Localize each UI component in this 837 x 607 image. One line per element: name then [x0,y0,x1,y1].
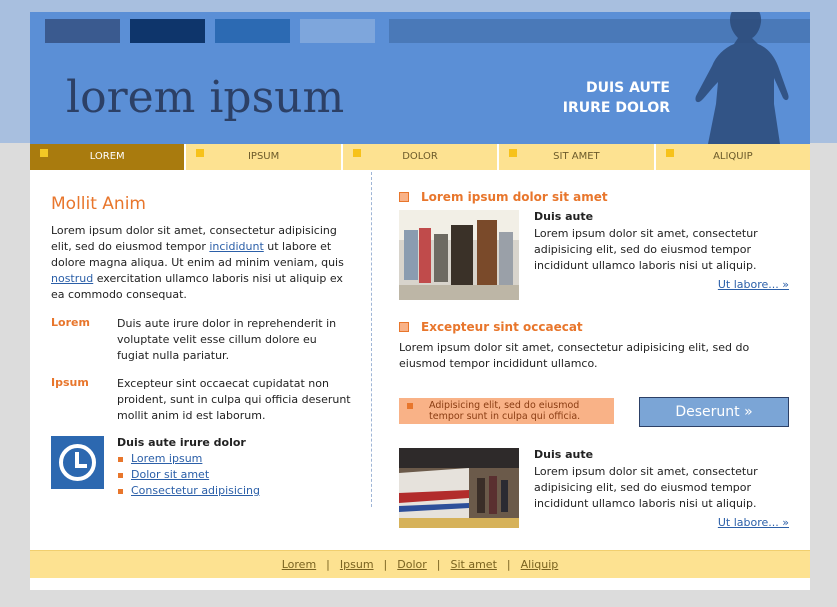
news-item: Duis aute Lorem ipsum dolor sit amet, co… [399,210,789,300]
intro-paragraph: Lorem ipsum dolor sit amet, consectetur … [51,223,351,303]
left-column-title: Mollit Anim [51,194,146,214]
nav-bullet-icon [509,149,518,157]
right-column: Lorem ipsum dolor sit amet Duis aute Lor… [399,190,789,529]
read-more-link[interactable]: Ut labore... » [718,278,789,291]
footer: Lorem | Ipsum | Dolor | Sit amet | Aliquip [30,550,810,578]
color-swatch-4 [300,19,375,43]
news-item-heading: Duis aute [534,448,594,461]
footer-link-dolor[interactable]: Dolor [397,558,427,571]
nav-bullet-icon [40,149,48,157]
tagline-line-2: IRURE DOLOR [562,100,670,116]
note-bullet-icon [407,403,413,409]
footer-separator: | [506,558,511,571]
page-container: lorem ipsum DUIS AUTE IRURE DOLOR LOREM … [30,12,810,590]
news-item-text: Duis aute Lorem ipsum dolor sit amet, co… [534,210,789,300]
read-more-link[interactable]: Ut labore... » [718,516,789,529]
intro-text: exercitation ullamco laboris nisi ut ali… [51,272,343,301]
nav-label: ALIQUIP [713,151,753,162]
link-consectetur-adipisicing[interactable]: Consectetur adipisicing [131,484,260,497]
crowd-photo [399,210,519,300]
list-item: Dolor sit amet [117,467,260,483]
nav-item-ipsum[interactable]: IPSUM [186,144,343,170]
note-text: Adipisicing elit, sed do eiusmod tempor … [429,400,581,422]
news-item-body: Lorem ipsum dolor sit amet, consectetur … [534,465,758,510]
list-item: Lorem ipsum [117,451,260,467]
woman-silhouette-image [695,12,789,144]
header: lorem ipsum DUIS AUTE IRURE DOLOR [30,12,810,144]
nav-item-sit-amet[interactable]: SIT AMET [499,144,656,170]
section-bullet-icon [399,322,409,332]
definition-description: Excepteur sint occaecat cupidatat non pr… [117,377,351,422]
footer-separator: | [326,558,330,571]
nav-label: LOREM [89,151,125,162]
list-item: Consectetur adipisicing [117,483,260,499]
section-title: Lorem ipsum dolor sit amet [421,190,608,204]
section-title: Excepteur sint occaecat [421,320,583,334]
footer-link-sit-amet[interactable]: Sit amet [451,558,497,571]
nav-bullet-icon [352,149,361,157]
nav-label: DOLOR [402,151,438,162]
footer-link-aliquip[interactable]: Aliquip [521,558,559,571]
left-column: Mollit Anim Lorem ipsum dolor sit amet, … [51,194,351,499]
color-swatch-3 [215,19,290,43]
header-tagline: DUIS AUTE IRURE DOLOR [563,78,670,118]
news-item: Duis aute Lorem ipsum dolor sit amet, co… [399,448,789,529]
news-item-body: Lorem ipsum dolor sit amet, consectetur … [534,227,758,272]
footer-separator: | [383,558,388,571]
definition-term: Lorem [51,316,90,329]
link-dolor-sit-amet[interactable]: Dolor sit amet [131,468,209,481]
main-navigation: LOREM IPSUM DOLOR SIT AMET ALIQUIP [30,144,810,170]
section-heading: Lorem ipsum dolor sit amet [399,190,789,204]
column-divider [371,172,372,507]
nav-bullet-icon [665,149,674,157]
deserunt-button[interactable]: Deserunt » [639,397,789,427]
section-heading: Excepteur sint occaecat [399,320,789,334]
definition-row: Ipsum Excepteur sint occaecat cupidatat … [51,376,351,424]
section-body: Lorem ipsum dolor sit amet, consectetur … [399,341,750,370]
color-swatch-2 [130,19,205,43]
highlight-note: Adipisicing elit, sed do eiusmod tempor … [399,398,614,424]
news-item-heading: Duis aute [534,210,594,223]
incididunt-link[interactable]: incididunt [209,240,263,253]
nav-label: SIT AMET [553,151,600,162]
footer-link-ipsum[interactable]: Ipsum [340,558,374,571]
nav-item-aliquip[interactable]: ALIQUIP [656,144,810,170]
train-station-photo [399,448,519,528]
link-box: Duis aute irure dolor Lorem ipsum Dolor … [51,436,351,499]
nav-item-lorem[interactable]: LOREM [30,144,187,170]
definition-term: Ipsum [51,376,89,389]
footer-link-lorem[interactable]: Lorem [282,558,316,571]
tagline-line-1: DUIS AUTE [585,80,670,96]
color-swatch-1 [45,19,120,43]
footer-separator: | [436,558,441,571]
link-lorem-ipsum[interactable]: Lorem ipsum [131,452,202,465]
nav-bullet-icon [196,149,205,157]
link-list-title: Duis aute irure dolor [117,436,246,449]
definition-description: Duis aute irure dolor in reprehenderit i… [117,317,337,362]
news-item-text: Duis aute Lorem ipsum dolor sit amet, co… [534,448,789,529]
site-logo[interactable]: lorem ipsum [66,72,344,123]
nostrud-link[interactable]: nostrud [51,272,93,285]
section-bullet-icon [399,192,409,202]
nav-item-dolor[interactable]: DOLOR [343,144,500,170]
clock-icon [51,436,104,489]
definition-row: Lorem Duis aute irure dolor in reprehend… [51,316,351,364]
nav-label: IPSUM [247,151,280,162]
link-list: Duis aute irure dolor Lorem ipsum Dolor … [117,436,260,499]
